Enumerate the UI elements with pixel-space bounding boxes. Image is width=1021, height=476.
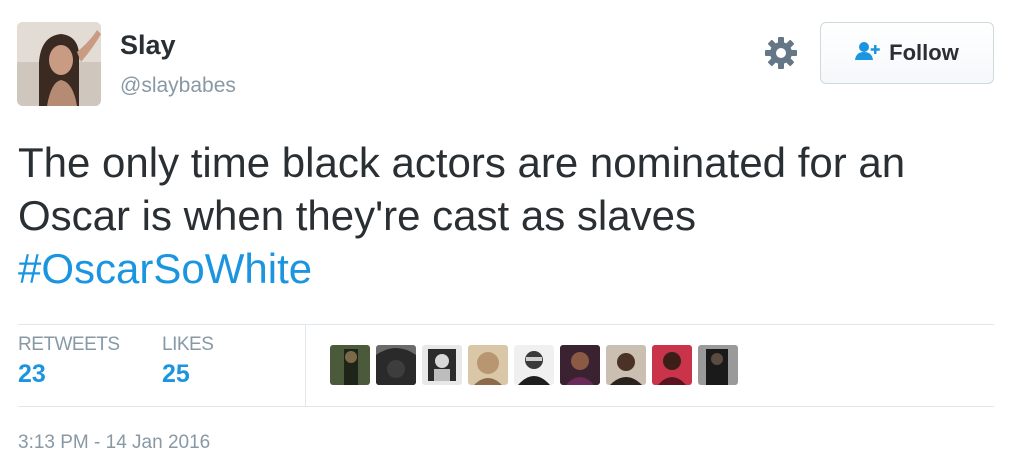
liker-avatar[interactable] xyxy=(422,345,462,385)
retweets-label: RETWEETS xyxy=(18,334,120,355)
retweets-count: 23 xyxy=(18,360,46,388)
tweet-body: The only time black actors are nominated… xyxy=(18,139,906,239)
liker-avatar[interactable] xyxy=(468,345,508,385)
liker-avatar[interactable] xyxy=(652,345,692,385)
user-name[interactable]: Slay xyxy=(120,30,176,61)
divider xyxy=(18,324,994,325)
likes-label: LIKES xyxy=(162,334,214,355)
follow-button[interactable]: Follow xyxy=(820,22,994,84)
follow-button-label: Follow xyxy=(889,40,959,65)
hashtag-link[interactable]: #OscarSoWhite xyxy=(18,245,312,292)
likes-count: 25 xyxy=(162,360,190,388)
liker-avatar[interactable] xyxy=(376,345,416,385)
stats-separator xyxy=(305,324,306,406)
liker-avatar[interactable] xyxy=(606,345,646,385)
liker-avatar[interactable] xyxy=(560,345,600,385)
timestamp[interactable]: 3:13 PM - 14 Jan 2016 xyxy=(18,432,210,454)
liker-avatar[interactable] xyxy=(514,345,554,385)
liker-avatar[interactable] xyxy=(698,345,738,385)
tweet-text: The only time black actors are nominated… xyxy=(18,136,998,295)
likes-stat[interactable]: LIKES 25 xyxy=(162,334,214,389)
liker-avatar[interactable] xyxy=(330,345,370,385)
user-handle[interactable]: @slaybabes xyxy=(120,74,236,98)
gear-icon[interactable] xyxy=(763,35,799,71)
add-person-icon xyxy=(855,41,881,66)
divider xyxy=(18,406,994,407)
avatar[interactable] xyxy=(17,22,101,106)
retweets-stat[interactable]: RETWEETS 23 xyxy=(18,334,120,389)
liker-avatars xyxy=(330,345,738,385)
